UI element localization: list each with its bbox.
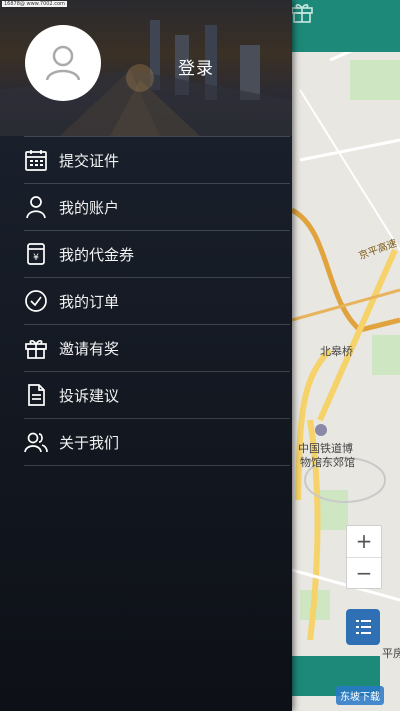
menu-item-label: 我的账户 (59, 199, 120, 217)
side-drawer: 16878@ www.7002.com 登录 提交证件 我的账户 ¥ 我的代金券… (0, 0, 292, 711)
menu-item-label: 投诉建议 (59, 387, 120, 405)
menu-item-about-us[interactable]: 关于我们 (24, 418, 290, 466)
calendar-icon (25, 150, 47, 171)
document-icon (28, 384, 45, 406)
list-icon (356, 620, 371, 634)
status-tiny-text: 16878@ www.7002.com (2, 1, 67, 7)
gift-icon (25, 339, 47, 359)
menu-item-submit-documents[interactable]: 提交证件 (24, 136, 290, 183)
watermark: 东坡下载 (336, 686, 384, 705)
top-bar (290, 0, 400, 52)
gift-icon[interactable] (290, 0, 314, 24)
avatar[interactable] (25, 25, 101, 101)
svg-text:¥: ¥ (33, 253, 39, 263)
menu-item-label: 关于我们 (59, 434, 120, 452)
zoom-control: + − (346, 525, 382, 589)
menu-item-label: 我的订单 (59, 293, 120, 311)
menu-item-label: 我的代金券 (59, 246, 135, 264)
list-button[interactable] (346, 609, 380, 645)
drawer-header: 16878@ www.7002.com 登录 (0, 0, 292, 136)
menu-item-label: 提交证件 (59, 152, 120, 170)
user-icon (26, 196, 46, 219)
avatar-placeholder-icon (45, 45, 81, 81)
map-label: 平房 (382, 647, 400, 660)
zoom-out-button[interactable]: − (347, 558, 381, 589)
map-label: 物馆东郊馆 (300, 456, 355, 469)
voucher-icon: ¥ (27, 243, 45, 265)
map-label: 北皋桥 (320, 345, 353, 358)
check-circle-icon (25, 290, 47, 312)
drawer-menu: 提交证件 我的账户 ¥ 我的代金券 我的订单 邀请有奖 投诉建议 关于我们 (0, 136, 292, 466)
users-icon (24, 432, 48, 453)
zoom-in-button[interactable]: + (347, 526, 381, 558)
menu-item-label: 邀请有奖 (59, 340, 120, 358)
menu-item-complaints[interactable]: 投诉建议 (24, 371, 290, 418)
menu-item-my-vouchers[interactable]: ¥ 我的代金券 (24, 230, 290, 277)
menu-item-invite-rewards[interactable]: 邀请有奖 (24, 324, 290, 371)
menu-item-my-orders[interactable]: 我的订单 (24, 277, 290, 324)
menu-item-my-account[interactable]: 我的账户 (24, 183, 290, 230)
login-link[interactable]: 登录 (178, 54, 214, 79)
